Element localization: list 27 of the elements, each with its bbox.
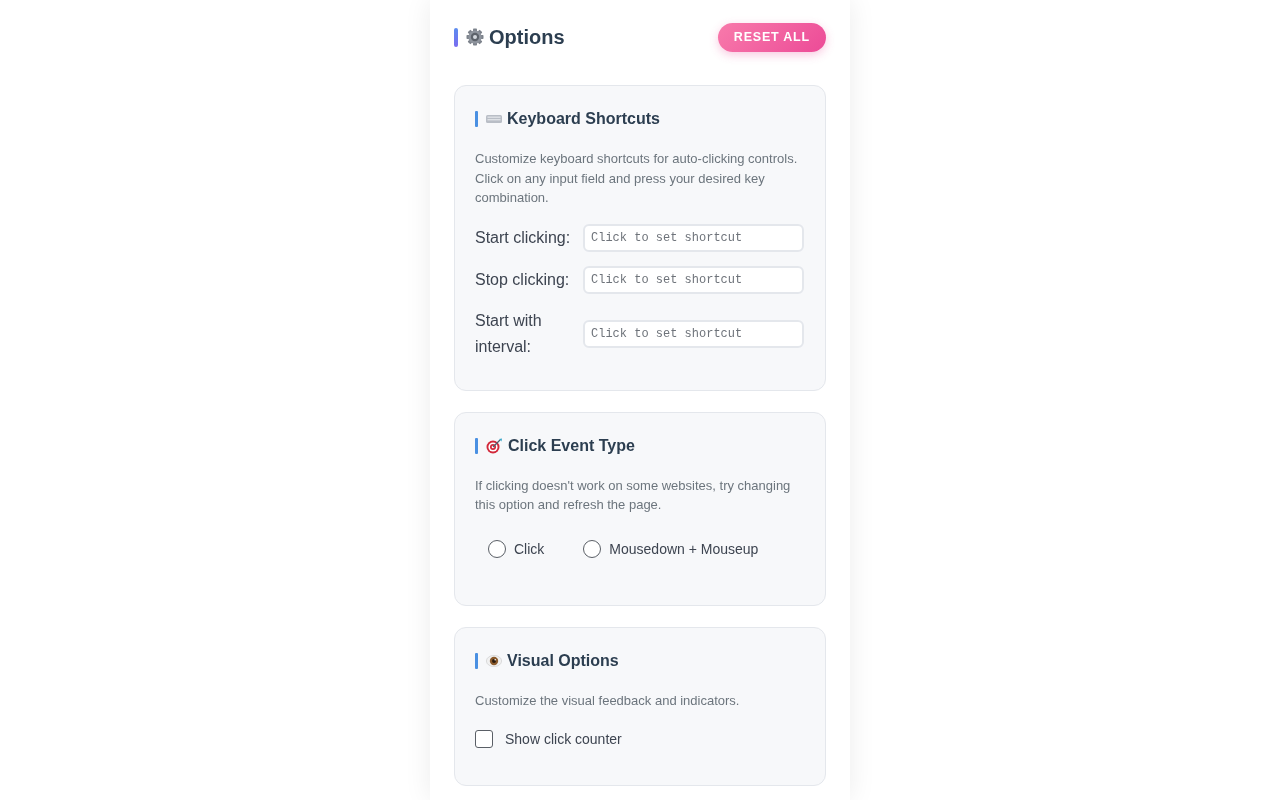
radio-button[interactable] xyxy=(583,539,602,558)
gear-icon xyxy=(466,28,484,46)
accent-bar xyxy=(475,111,478,127)
shortcut-input[interactable]: Click to set shortcut xyxy=(583,223,804,252)
section-description: Customize keyboard shortcuts for auto-clicking controls. Click on any input field and press your desired key combination. xyxy=(475,150,799,207)
shortcut-label: Start with interval: xyxy=(475,310,543,357)
accent-bar xyxy=(475,437,478,454)
checkbox[interactable] xyxy=(475,730,493,748)
shortcut-input[interactable]: Click to set shortcut xyxy=(583,265,804,294)
keyboard-icon xyxy=(486,115,502,123)
radio-label[interactable]: Click xyxy=(514,536,545,561)
checkbox-label[interactable]: Show click counter xyxy=(505,727,622,751)
section-title: Visual Options xyxy=(507,650,619,671)
section-description: If clicking doesn't work on some websites, try changing this option and refresh the page. xyxy=(475,476,792,514)
accent-bar xyxy=(454,27,458,47)
section-title: Click Event Type xyxy=(508,435,635,456)
shortcut-label: Start clicking: xyxy=(475,227,572,248)
radio-label[interactable]: Mousedown + Mouseup xyxy=(609,536,759,561)
radio-button[interactable] xyxy=(488,539,506,558)
section-description: Customize the visual feedback and indicators. xyxy=(475,691,741,710)
target-icon xyxy=(486,437,503,454)
page-title: Options xyxy=(489,25,565,50)
accent-bar xyxy=(475,652,478,669)
eye-icon xyxy=(486,654,502,667)
section-title: Keyboard Shortcuts xyxy=(507,109,660,129)
shortcut-input[interactable]: Click to set shortcut xyxy=(583,319,804,348)
shortcut-label: Stop clicking: xyxy=(475,269,571,290)
